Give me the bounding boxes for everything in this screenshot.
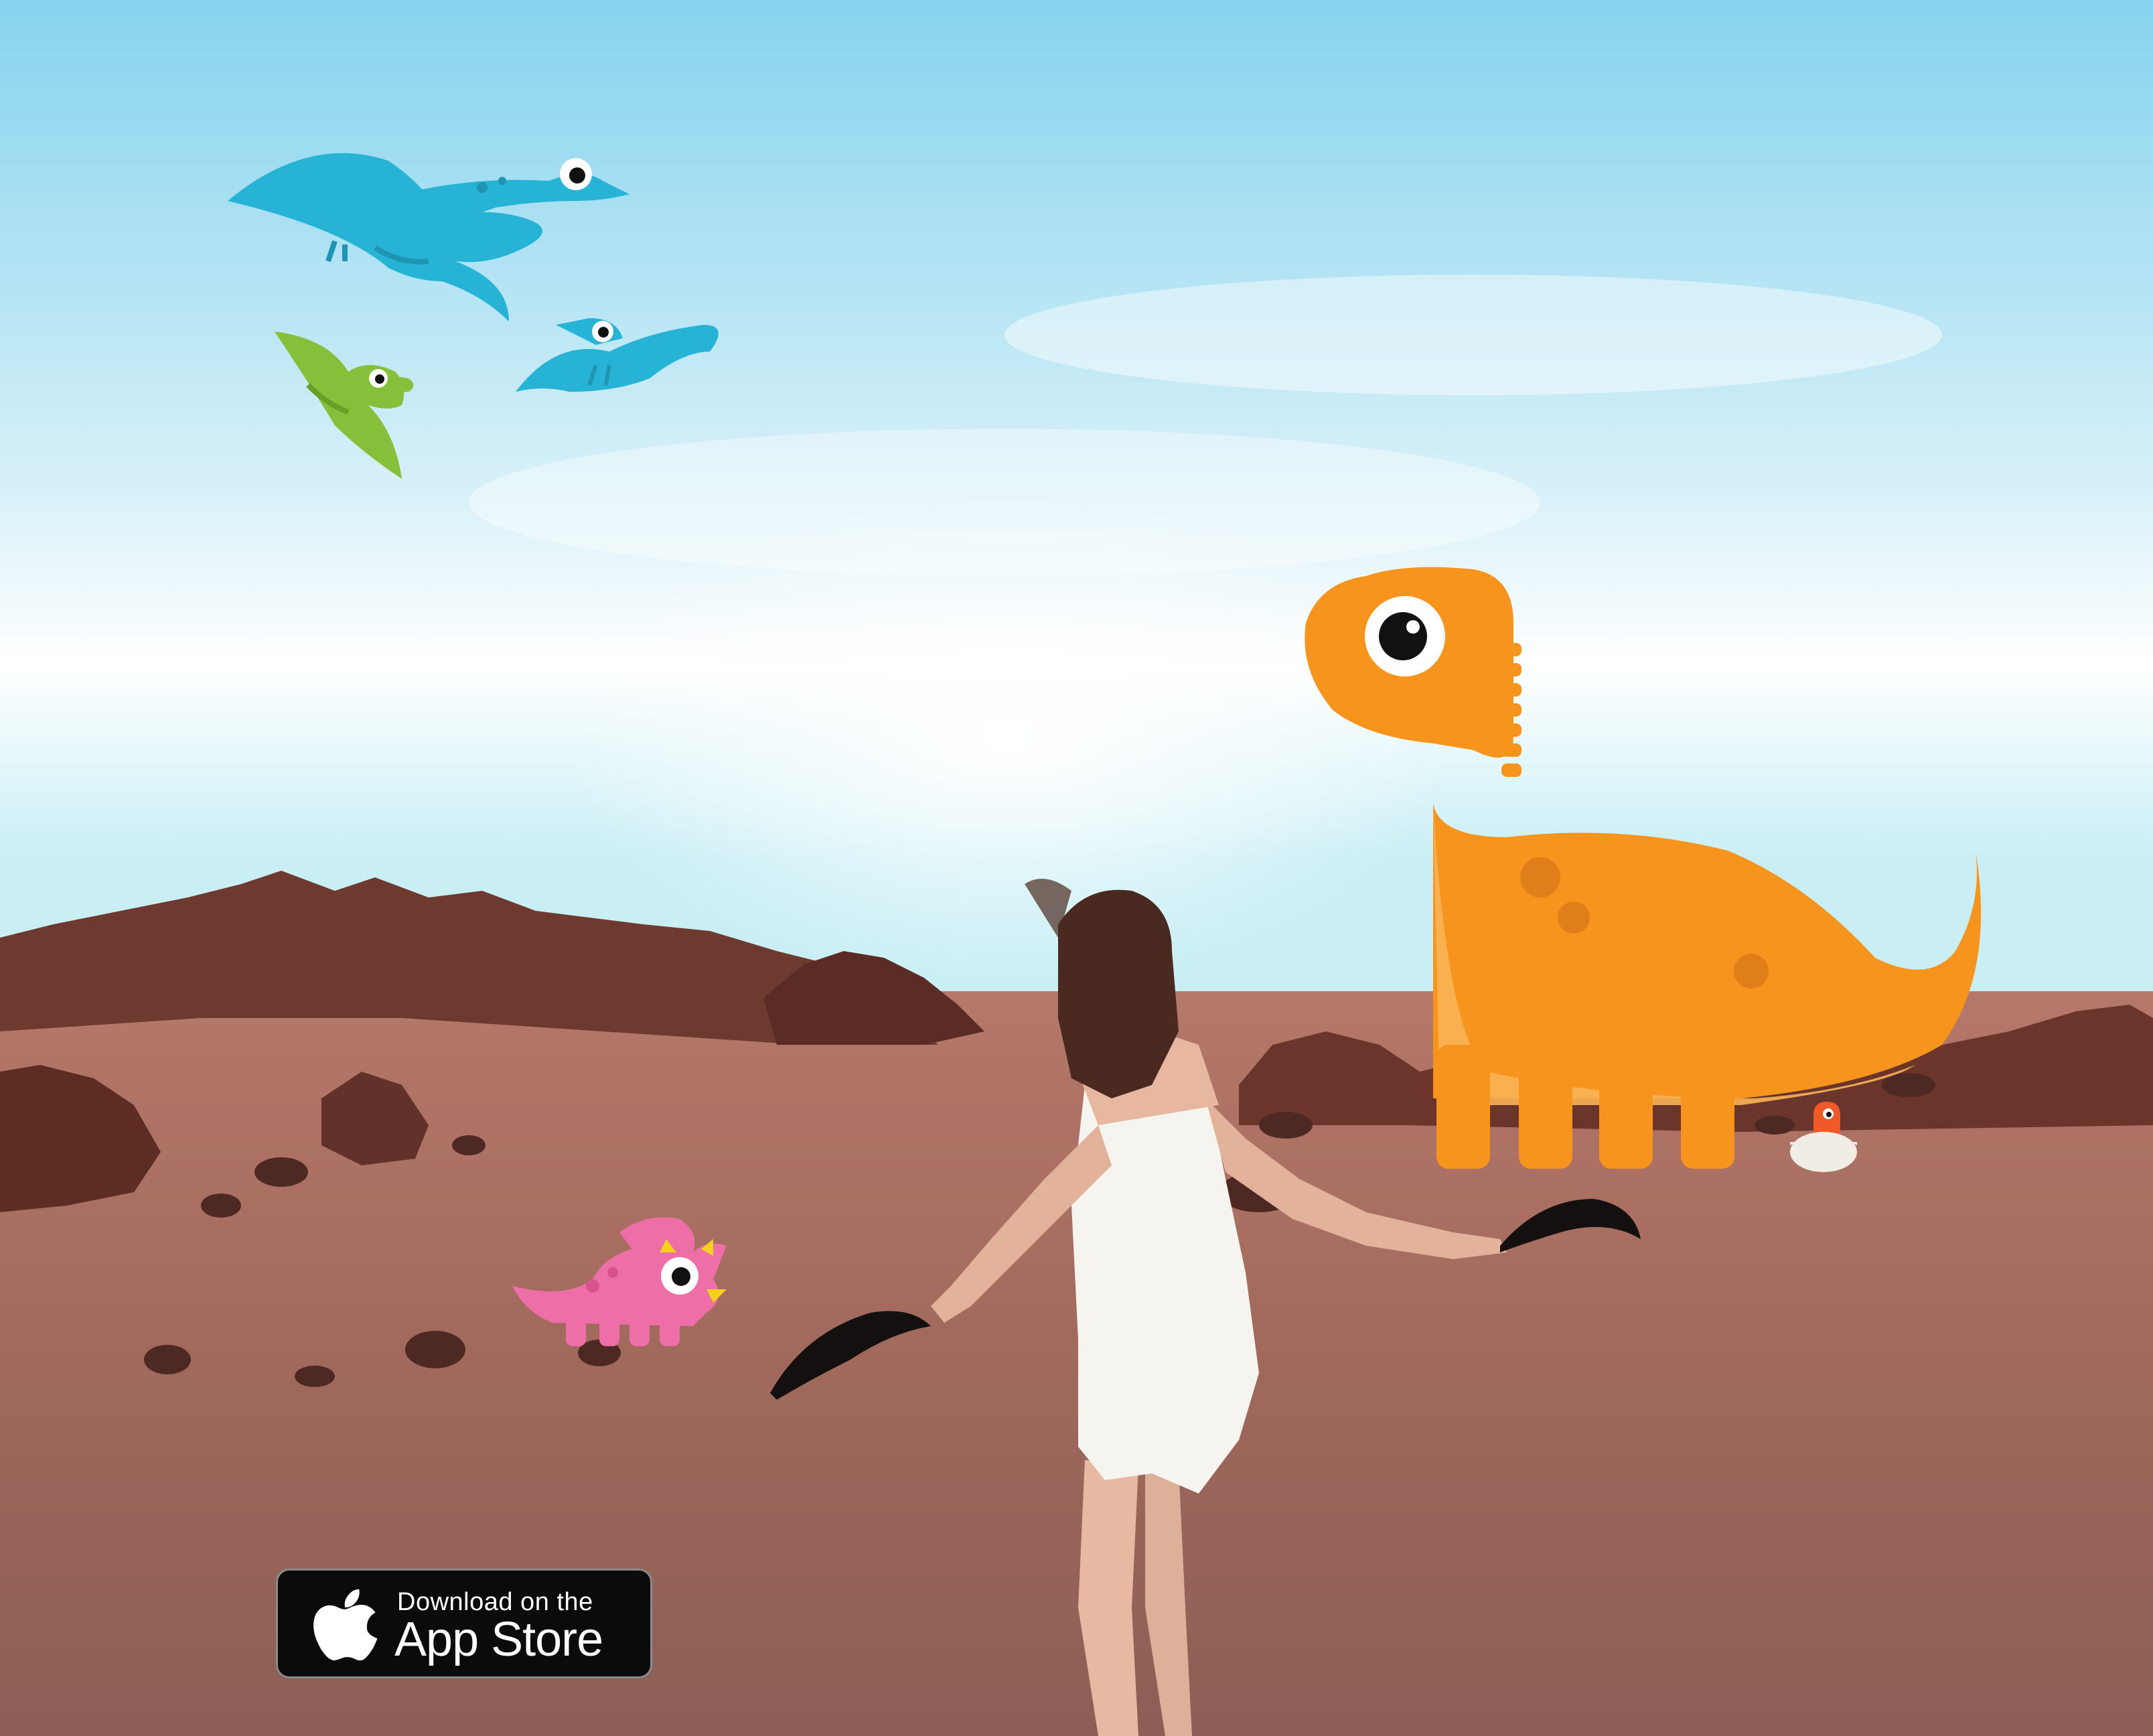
cloud — [469, 429, 1540, 576]
apple-icon — [313, 1589, 378, 1661]
app-store-download-button[interactable]: Download on the App Store — [276, 1569, 652, 1678]
photo-scene — [0, 0, 2153, 1736]
cloud — [1005, 275, 1942, 395]
badge-title: App Store — [394, 1613, 603, 1666]
